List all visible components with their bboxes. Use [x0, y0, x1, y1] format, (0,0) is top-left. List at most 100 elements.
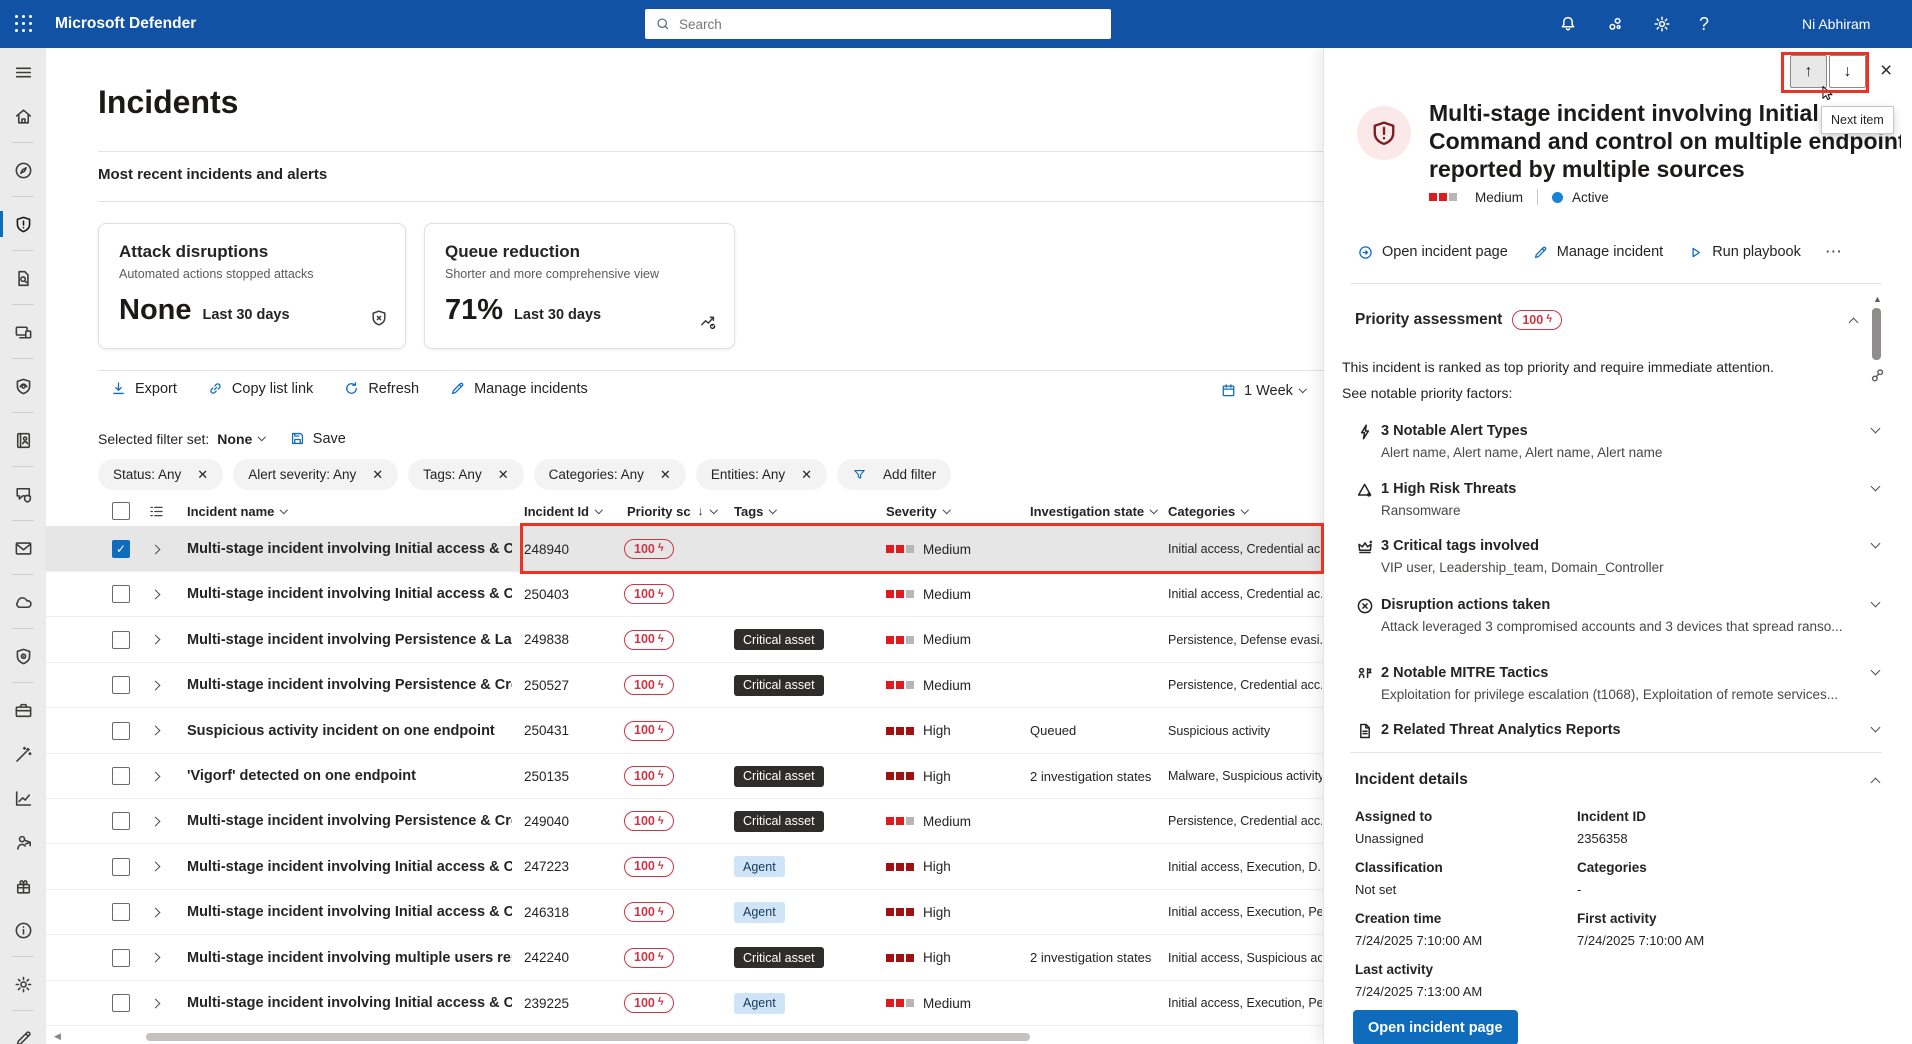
col-tags[interactable]: Tags — [734, 496, 776, 526]
row-checkbox[interactable]: ✓ — [112, 540, 130, 558]
collapse-priority-icon[interactable] — [1849, 318, 1859, 328]
incident-name-cell[interactable]: Multi-stage incident involving Initial a… — [187, 845, 512, 889]
priority-factor[interactable]: 3 Notable Alert TypesAlert name, Alert n… — [1324, 422, 1912, 466]
row-checkbox[interactable] — [112, 858, 130, 876]
chevron-down-icon[interactable] — [1871, 539, 1881, 549]
attack-path-icon[interactable] — [1868, 366, 1887, 385]
incident-row[interactable]: Multi-stage incident involving Initial a… — [46, 890, 1323, 935]
user-name[interactable]: Ni Abhiram — [1802, 0, 1870, 48]
incident-row[interactable]: 'Vigorf' detected on one endpoint2501351… — [46, 754, 1323, 799]
expand-row-icon[interactable] — [151, 635, 161, 645]
expand-row-icon[interactable] — [151, 862, 161, 872]
expand-row-icon[interactable] — [151, 544, 161, 554]
filter-pill[interactable]: Categories: Any✕ — [534, 459, 686, 490]
incident-name-cell[interactable]: Multi-stage incident involving Initial a… — [187, 572, 512, 616]
expand-row-icon[interactable] — [151, 589, 161, 599]
row-checkbox[interactable] — [112, 585, 130, 603]
row-checkbox[interactable] — [112, 676, 130, 694]
expand-row-icon[interactable] — [151, 680, 161, 690]
incident-name-cell[interactable]: Suspicious activity incident on one endp… — [187, 709, 495, 753]
row-checkbox[interactable] — [112, 767, 130, 785]
hscroll-left-arrow[interactable]: ◀ — [54, 1031, 61, 1042]
incident-name-cell[interactable]: Multi-stage incident involving Persisten… — [187, 618, 512, 662]
chevron-down-icon[interactable] — [1871, 666, 1881, 676]
add-filter-button[interactable]: Add filter — [837, 459, 951, 490]
select-all-checkbox[interactable] — [112, 502, 130, 520]
sidebar-item-line-chart[interactable] — [0, 776, 46, 820]
export-button[interactable]: Export — [110, 380, 177, 397]
remove-filter-icon[interactable]: ✕ — [660, 467, 671, 483]
manage-incidents-button[interactable]: Manage incidents — [449, 380, 588, 397]
sidebar-item-document-scan[interactable] — [0, 256, 46, 300]
remove-filter-icon[interactable]: ✕ — [372, 467, 383, 483]
expand-row-icon[interactable] — [151, 816, 161, 826]
app-launcher-button[interactable] — [0, 0, 48, 48]
col-categories[interactable]: Categories — [1168, 496, 1248, 526]
row-checkbox[interactable] — [112, 949, 130, 967]
chevron-down-icon[interactable] — [1871, 482, 1881, 492]
incident-row[interactable]: Multi-stage incident involving multiple … — [46, 936, 1323, 981]
refresh-button[interactable]: Refresh — [343, 380, 419, 397]
panel-scroll-thumb[interactable] — [1872, 308, 1881, 360]
global-search[interactable] — [645, 9, 1111, 39]
col-priority[interactable]: Priority sc↓ — [627, 496, 716, 526]
incident-row[interactable]: Multi-stage incident involving Persisten… — [46, 618, 1323, 663]
row-checkbox[interactable] — [112, 722, 130, 740]
sidebar-item-wand[interactable] — [0, 732, 46, 776]
sidebar-item-pencil[interactable] — [0, 1016, 46, 1044]
settings-gear-icon[interactable] — [1652, 14, 1672, 34]
remove-filter-icon[interactable]: ✕ — [498, 467, 509, 483]
col-incident-id[interactable]: Incident Id — [524, 496, 602, 526]
panel-scroll-up-arrow[interactable]: ▲ — [1873, 294, 1882, 304]
expand-row-icon[interactable] — [151, 998, 161, 1008]
expand-row-icon[interactable] — [151, 771, 161, 781]
incident-row[interactable]: Multi-stage incident involving Initial a… — [46, 981, 1323, 1026]
hscroll-thumb[interactable] — [146, 1033, 1030, 1041]
incident-name-cell[interactable]: Multi-stage incident involving Persisten… — [187, 663, 512, 707]
incident-name-cell[interactable]: Multi-stage incident involving Initial a… — [187, 981, 512, 1025]
filter-pill[interactable]: Tags: Any✕ — [408, 459, 523, 490]
incident-name-cell[interactable]: Multi-stage incident involving Initial a… — [187, 890, 512, 934]
manage-incident-action[interactable]: Manage incident — [1532, 244, 1663, 261]
filter-pill[interactable]: Alert severity: Any✕ — [233, 459, 398, 490]
incident-name-cell[interactable]: 'Vigorf' detected on one endpoint — [187, 754, 416, 798]
copy-list-link-button[interactable]: Copy list link — [207, 380, 313, 397]
sidebar-item-gift[interactable] — [0, 864, 46, 908]
incident-row[interactable]: Multi-stage incident involving Initial a… — [46, 845, 1323, 890]
sidebar-item-shield-eye[interactable] — [0, 364, 46, 408]
sidebar-item-identity-book[interactable] — [0, 418, 46, 462]
sidebar-item-devices[interactable] — [0, 310, 46, 354]
expand-row-icon[interactable] — [151, 907, 161, 917]
incident-row[interactable]: Multi-stage incident involving Persisten… — [46, 799, 1323, 844]
priority-factor[interactable]: Disruption actions takenAttack leveraged… — [1324, 596, 1912, 640]
remove-filter-icon[interactable]: ✕ — [197, 467, 208, 483]
expand-row-icon[interactable] — [151, 726, 161, 736]
row-checkbox[interactable] — [112, 903, 130, 921]
sidebar-item-settings[interactable] — [0, 962, 46, 1006]
sidebar-item-mail[interactable] — [0, 526, 46, 570]
run-playbook-action[interactable]: Run playbook — [1687, 244, 1801, 261]
col-investigation-state[interactable]: Investigation state — [1030, 496, 1157, 526]
filter-set-value[interactable]: None — [217, 431, 265, 447]
community-icon[interactable] — [1605, 14, 1625, 34]
search-input[interactable] — [679, 17, 1101, 32]
col-incident-name[interactable]: Incident name — [187, 496, 287, 526]
sidebar-item-info[interactable] — [0, 908, 46, 952]
priority-factor[interactable]: 1 High Risk ThreatsRansomware — [1324, 480, 1912, 524]
sidebar-item-person-graduate[interactable] — [0, 820, 46, 864]
sidebar-item-chat-shield[interactable] — [0, 472, 46, 516]
incident-name-cell[interactable]: Multi-stage incident involving Initial a… — [187, 527, 512, 571]
incident-name-cell[interactable]: Multi-stage incident involving Persisten… — [187, 799, 512, 843]
collapse-details-icon[interactable] — [1871, 778, 1881, 788]
group-by-icon[interactable] — [148, 503, 165, 520]
sidebar-item-home[interactable] — [0, 94, 46, 138]
priority-factor[interactable]: 2 Notable MITRE TacticsExploitation for … — [1324, 664, 1912, 708]
chevron-down-icon[interactable] — [1871, 723, 1881, 733]
sidebar-item-menu[interactable] — [0, 50, 46, 94]
chevron-down-icon[interactable] — [1871, 598, 1881, 608]
help-icon[interactable]: ? — [1699, 14, 1709, 35]
sidebar-item-shield-alert[interactable] — [0, 202, 46, 246]
open-incident-page-action[interactable]: Open incident page — [1357, 244, 1508, 261]
save-filter-button[interactable]: Save — [289, 430, 346, 447]
sidebar-item-compass[interactable] — [0, 148, 46, 192]
